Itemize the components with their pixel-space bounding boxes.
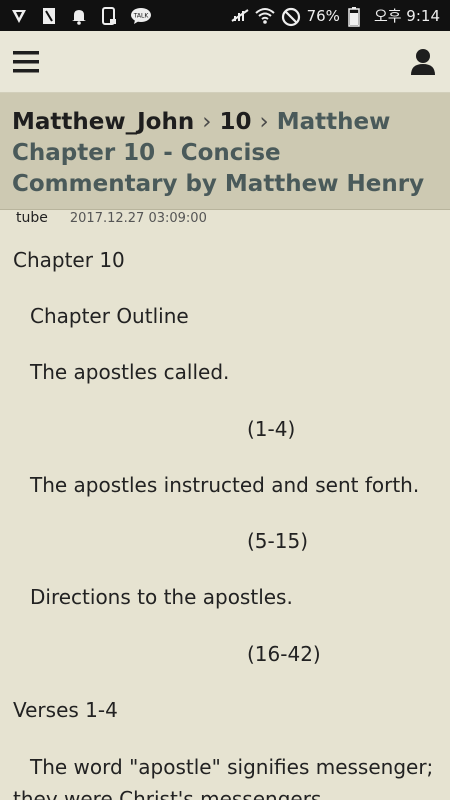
status-bar: TALK 76% 오후 9:14 [0,0,450,31]
verses-heading: Verses 1-4 [13,698,118,722]
outline-item: Directions to the apostles. [30,585,293,609]
outline-range: (5-15) [247,529,308,553]
battery-icon [348,6,366,27]
chapter-heading: Chapter 10 [13,248,125,272]
outline-heading: Chapter Outline [30,304,189,328]
paragraph-line: they were Christ's messengers [13,787,322,800]
outline-item: The apostles called. [30,360,230,384]
block-icon [281,7,300,26]
outline-range: (1-4) [247,417,296,441]
breadcrumb-chapter[interactable]: 10 [219,109,251,135]
phone-icon [100,6,118,25]
breadcrumb-matthew-john[interactable]: Matthew_John [12,109,194,135]
paragraph-line: The word "apostle" signifies messenger; [30,755,434,779]
mute-icon [229,7,249,25]
wifi-icon [254,7,275,25]
hamburger-icon[interactable] [12,47,42,77]
outline-item: The apostles instructed and sent forth. [30,473,420,497]
breadcrumb-separator: › [259,109,269,135]
outline-range: (16-42) [247,642,321,666]
app-bar [0,31,450,93]
breadcrumb-separator: › [202,109,212,135]
clock: 오후 9:14 [373,7,440,25]
talk-icon: TALK [130,7,151,25]
shield-icon [10,7,28,25]
battery-percent: 76% [306,6,340,25]
article-body: Chapter 10 Chapter Outline The apostles … [0,210,450,800]
page-header: Matthew_John › 10 › Matthew Chapter 10 -… [0,93,450,226]
document-icon [40,7,58,25]
svg-text:TALK: TALK [133,12,150,19]
user-icon[interactable] [408,47,438,77]
bell-icon [70,7,88,25]
